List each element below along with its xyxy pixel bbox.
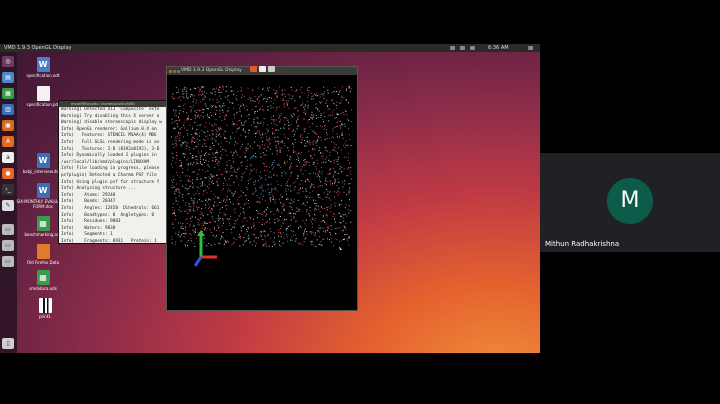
document-icon: W (36, 183, 50, 198)
maximize-icon[interactable] (177, 70, 180, 73)
vmd-title: VMD 1.9.3 OpenGL Display (181, 68, 242, 73)
terminal-window[interactable]: myself@ubuntu: /home/ubuntu/VMD Warning)… (58, 100, 172, 244)
document-icon: W (36, 153, 50, 168)
software-icon[interactable]: A (2, 136, 14, 147)
desktop-icon[interactable]: W specification.odt (13, 57, 73, 78)
terminal-line: psfplugin) Detected a Charmm PSF file (61, 172, 157, 178)
desktop-icon[interactable]: print1 (15, 298, 75, 319)
app-icon[interactable] (268, 66, 275, 72)
terminal-line: Info) Angles: 12458 Dihedrals: 661 (61, 205, 160, 211)
ubuntu-desktop: VMD 1.9.3 OpenGL Display 6:36 AM ◎ ▤ ▦ ▥… (0, 44, 540, 353)
trash-icon[interactable]: ▯ (2, 338, 14, 349)
app-icon[interactable] (250, 66, 257, 72)
terminal-line: Info) Full GLSL rendering mode is av (61, 139, 160, 145)
gear-icon[interactable] (528, 46, 533, 50)
network-icon[interactable] (450, 46, 455, 50)
terminal-line: Info) Residues: 9883 (61, 219, 121, 225)
window-tray (250, 57, 277, 76)
document-icon: W (36, 57, 50, 72)
active-window-title: VMD 1.9.3 OpenGL Display (4, 45, 72, 51)
molecule-viewport[interactable] (167, 76, 355, 310)
image-icon (38, 298, 52, 313)
folder-icon (36, 244, 50, 259)
spreadsheet-icon: ▦ (36, 216, 50, 231)
participant-tile[interactable]: M Mithun Radhakrishna (540, 153, 720, 252)
terminal-output[interactable]: Warning) Detected X11 'Composite' exte Wa… (59, 107, 171, 243)
terminal-line: Warning) disable stereoscopic display w (61, 120, 162, 126)
close-icon[interactable] (169, 70, 172, 73)
participant-name: Mithun Radhakrishna (545, 240, 620, 248)
vmd-display-window[interactable]: VMD 1.9.3 OpenGL Display (166, 66, 358, 311)
desktop-icon[interactable]: ▦ smdidoca.ods (13, 270, 73, 291)
app-icon[interactable] (259, 66, 266, 72)
terminal-line: Info) Segments: 1 (61, 232, 113, 238)
spreadsheet-icon: ▦ (36, 270, 50, 285)
terminal-line: Info) File loading in progress, please (61, 166, 160, 172)
top-panel: VMD 1.9.3 OpenGL Display 6:36 AM (0, 44, 540, 52)
minimize-icon[interactable] (173, 70, 176, 73)
desktop-icon[interactable]: Old Firefox Data (13, 244, 73, 265)
terminal-line: Info) Bonds: 20347 (61, 199, 116, 205)
impress-icon[interactable]: ▣ (2, 120, 14, 131)
terminal-line: Info) Fragments: 8931 Protein: 1 (61, 238, 157, 243)
terminal-line: Info) Analyzing structure ... (61, 186, 137, 192)
terminal-line: Warning) Detected X11 'Composite' exte (61, 107, 160, 112)
volume-icon[interactable] (470, 46, 475, 50)
terminal-line: Info) Dynamically loaded 2 plugins in (61, 153, 157, 159)
pdf-icon (36, 86, 50, 101)
z-axis (193, 256, 203, 267)
meeting-panel: M Mithun Radhakrishna (540, 0, 720, 404)
mouse-cursor (339, 246, 342, 250)
y-axis-arrow (197, 230, 205, 236)
clock[interactable]: 6:36 AM (488, 44, 509, 52)
keyboard-icon[interactable] (460, 46, 465, 50)
molecule-atoms (171, 86, 352, 247)
avatar: M (607, 178, 653, 224)
terminal-line: Info) Features: STENCIL MSAA(4) MDE (61, 133, 157, 139)
